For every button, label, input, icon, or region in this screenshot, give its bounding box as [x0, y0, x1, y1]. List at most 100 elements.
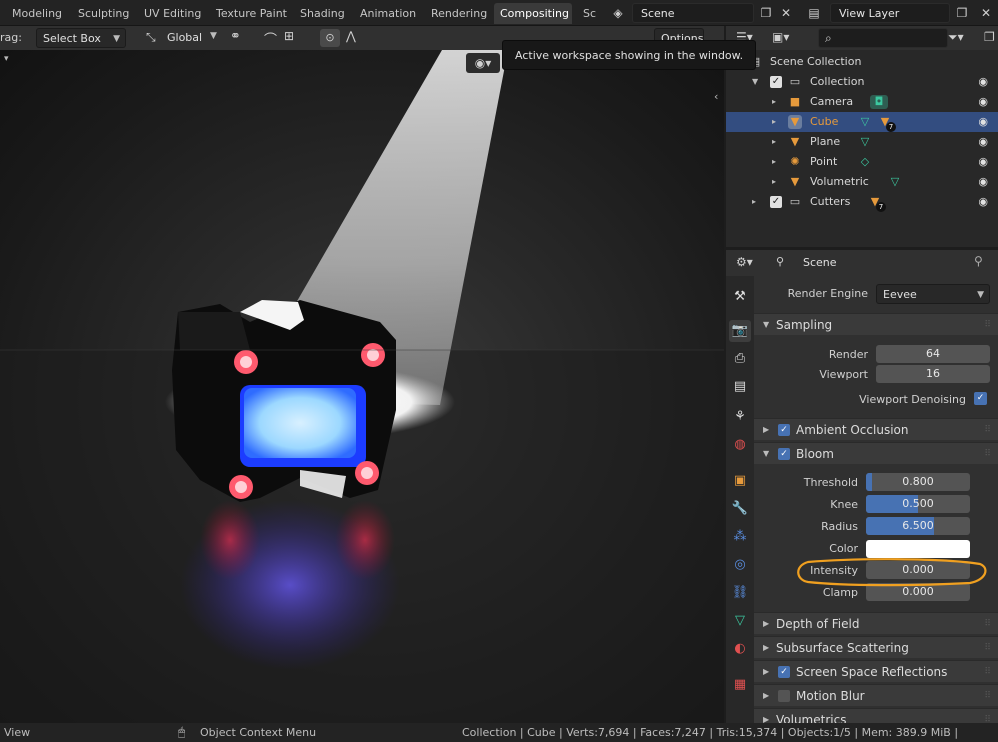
outliner-row-camera[interactable]: ▸ ■ Camera ◘ ◉	[726, 92, 998, 112]
view-layer-browse-icon[interactable]: ▤	[802, 3, 826, 23]
new-view-layer-icon[interactable]: ❐	[950, 3, 974, 23]
exclude-checkbox[interactable]: ✓	[770, 76, 782, 88]
drag-grip-icon[interactable]: ⠿	[984, 314, 992, 336]
delete-scene-icon[interactable]: ✕	[774, 3, 798, 23]
tab-shading[interactable]: Shading	[294, 3, 346, 24]
sampling-panel-header[interactable]: ▼ Sampling ⠿	[754, 313, 998, 335]
new-collection-icon[interactable]: ❐	[984, 30, 995, 44]
tab-uv-editing[interactable]: UV Editing	[138, 3, 204, 24]
disclosure-triangle-icon[interactable]: ▸	[772, 152, 776, 172]
bloom-radius-field[interactable]: 6.500	[866, 517, 970, 535]
delete-view-layer-icon[interactable]: ✕	[974, 3, 998, 23]
bloom-knee-field[interactable]: 0.500	[866, 495, 970, 513]
bloom-panel-header[interactable]: ▼ ✓ Bloom ⠿	[754, 442, 998, 464]
outliner: ▤ Scene Collection ▼ ✓ ▭ Collection ◉ ▸ …	[726, 50, 998, 247]
display-mode-icon[interactable]: ▣▾	[772, 30, 789, 44]
view-layer-field[interactable]: View Layer	[830, 3, 950, 23]
tab-rendering[interactable]: Rendering	[425, 3, 489, 24]
visibility-eye-icon[interactable]: ◉	[978, 152, 988, 172]
ssr-panel-header[interactable]: ▶ ✓ Screen Space Reflections ⠿	[754, 660, 998, 682]
particles-icon[interactable]: ⁂	[729, 526, 751, 548]
render-icon[interactable]: 📷	[729, 320, 751, 342]
drag-grip-icon[interactable]: ⠿	[984, 613, 992, 635]
drag-grip-icon[interactable]: ⠿	[984, 661, 992, 683]
3d-viewport[interactable]: ◉▾ ‹ ▾	[0, 50, 724, 723]
tab-animation[interactable]: Animation	[354, 3, 420, 24]
depth-of-field-panel-header[interactable]: ▶ Depth of Field ⠿	[754, 612, 998, 634]
select-mode-dropdown[interactable]: Select Box ▼	[36, 28, 126, 48]
drag-grip-icon[interactable]: ⠿	[984, 709, 992, 723]
visibility-eye-icon[interactable]: ◉	[978, 112, 988, 132]
proportional-edit-icon[interactable]: ⊙	[320, 29, 340, 47]
modifier-wrench-icon[interactable]: 🔧	[729, 498, 751, 520]
viewport-denoising-checkbox[interactable]: ✓	[974, 392, 987, 405]
render-samples-field[interactable]: 64	[876, 345, 990, 363]
visibility-eye-icon[interactable]: ◉	[978, 92, 988, 112]
tab-texture-paint[interactable]: Texture Paint	[210, 3, 290, 24]
ambient-occlusion-checkbox[interactable]: ✓	[778, 424, 790, 436]
disclosure-triangle-icon[interactable]: ▸	[772, 112, 776, 132]
object-icon[interactable]: ▣	[729, 470, 751, 492]
exclude-checkbox[interactable]: ✓	[770, 196, 782, 208]
constraints-icon[interactable]: ⛓	[729, 582, 751, 604]
visibility-eye-icon[interactable]: ◉	[978, 132, 988, 152]
disclosure-triangle-icon[interactable]: ▸	[772, 92, 776, 112]
drag-grip-icon[interactable]: ⠿	[984, 419, 992, 441]
motion-blur-panel-header[interactable]: ▶ Motion Blur ⠿	[754, 684, 998, 706]
scene-name-field[interactable]: Scene	[632, 3, 754, 23]
filter-icon[interactable]: ⏷▾	[948, 30, 964, 45]
drag-grip-icon[interactable]: ⠿	[984, 443, 992, 465]
motion-blur-checkbox[interactable]	[778, 690, 790, 702]
world-icon[interactable]: ◍	[729, 434, 751, 456]
drag-grip-icon[interactable]: ⠿	[984, 637, 992, 659]
snap-target-icon[interactable]: ⊞	[284, 29, 294, 43]
material-icon[interactable]: ◐	[729, 638, 751, 660]
bloom-checkbox[interactable]: ✓	[778, 448, 790, 460]
outliner-row-volumetric[interactable]: ▸ ▼ Volumetric ▽ ◉	[726, 172, 998, 192]
drag-grip-icon[interactable]: ⠿	[984, 685, 992, 707]
editor-type-icon[interactable]: ⚙▾	[736, 255, 753, 269]
viewport-overlay-icon[interactable]: ◉▾	[466, 53, 500, 73]
outliner-row-point[interactable]: ▸ ✺ Point ◇ ◉	[726, 152, 998, 172]
outliner-row-plane[interactable]: ▸ ▼ Plane ▽ ◉	[726, 132, 998, 152]
tool-icon[interactable]: ⚒	[729, 286, 751, 308]
tab-modeling[interactable]: Modeling	[6, 3, 68, 24]
viewport-samples-field[interactable]: 16	[876, 365, 990, 383]
outliner-search-input[interactable]: ⌕	[818, 28, 948, 48]
subsurface-panel-header[interactable]: ▶ Subsurface Scattering ⠿	[754, 636, 998, 658]
disclosure-triangle-icon[interactable]: ▸	[772, 132, 776, 152]
outliner-row-collection[interactable]: ▼ ✓ ▭ Collection ◉	[726, 72, 998, 92]
physics-icon[interactable]: ◎	[729, 554, 751, 576]
expand-arrow-icon: ▶	[763, 643, 770, 652]
scene-browse-icon[interactable]: ◈	[606, 3, 630, 23]
texture-icon[interactable]: ▦	[729, 674, 751, 696]
pivot-point-icon[interactable]: ⚭	[230, 29, 241, 44]
chevron-down-icon: ▼	[113, 34, 120, 44]
output-icon[interactable]: ⎙	[729, 348, 751, 370]
visibility-eye-icon[interactable]: ◉	[978, 72, 988, 92]
scene-icon[interactable]: ⚘	[729, 406, 751, 428]
disclosure-triangle-icon[interactable]: ▼	[752, 72, 758, 92]
mesh-data-icon[interactable]: ▽	[729, 610, 751, 632]
snap-icon[interactable]: ⌒	[264, 29, 277, 48]
sidebar-toggle-icon[interactable]: ‹	[714, 90, 718, 103]
visibility-eye-icon[interactable]: ◉	[978, 172, 988, 192]
outliner-row-cutters[interactable]: ▸ ✓ ▭ Cutters ▼ 7 ◉	[726, 192, 998, 212]
tab-compositing[interactable]: Compositing	[494, 3, 572, 24]
render-engine-dropdown[interactable]: Eevee ▼	[876, 284, 990, 304]
pin-icon[interactable]: ⚲	[974, 254, 983, 268]
outliner-root[interactable]: ▤ Scene Collection	[726, 52, 998, 72]
transform-orientation-dropdown[interactable]: Global	[167, 31, 202, 44]
tab-sculpting[interactable]: Sculpting	[72, 3, 134, 24]
outliner-row-cube[interactable]: ▸ ▼ Cube ▽ ▼ 7 ◉	[726, 112, 998, 132]
volumetrics-panel-header[interactable]: ▶ Volumetrics ⠿	[754, 708, 998, 723]
bloom-threshold-field[interactable]: 0.800	[866, 473, 970, 491]
tab-scripting[interactable]: Sc	[577, 3, 599, 24]
view-layer-icon[interactable]: ▤	[729, 376, 751, 398]
visibility-eye-icon[interactable]: ◉	[978, 192, 988, 212]
ssr-checkbox[interactable]: ✓	[778, 666, 790, 678]
ambient-occlusion-panel-header[interactable]: ▶ ✓ Ambient Occlusion ⠿	[754, 418, 998, 440]
disclosure-triangle-icon[interactable]: ▸	[772, 172, 776, 192]
falloff-icon[interactable]: ⋀	[346, 29, 356, 43]
disclosure-triangle-icon[interactable]: ▸	[752, 192, 756, 212]
